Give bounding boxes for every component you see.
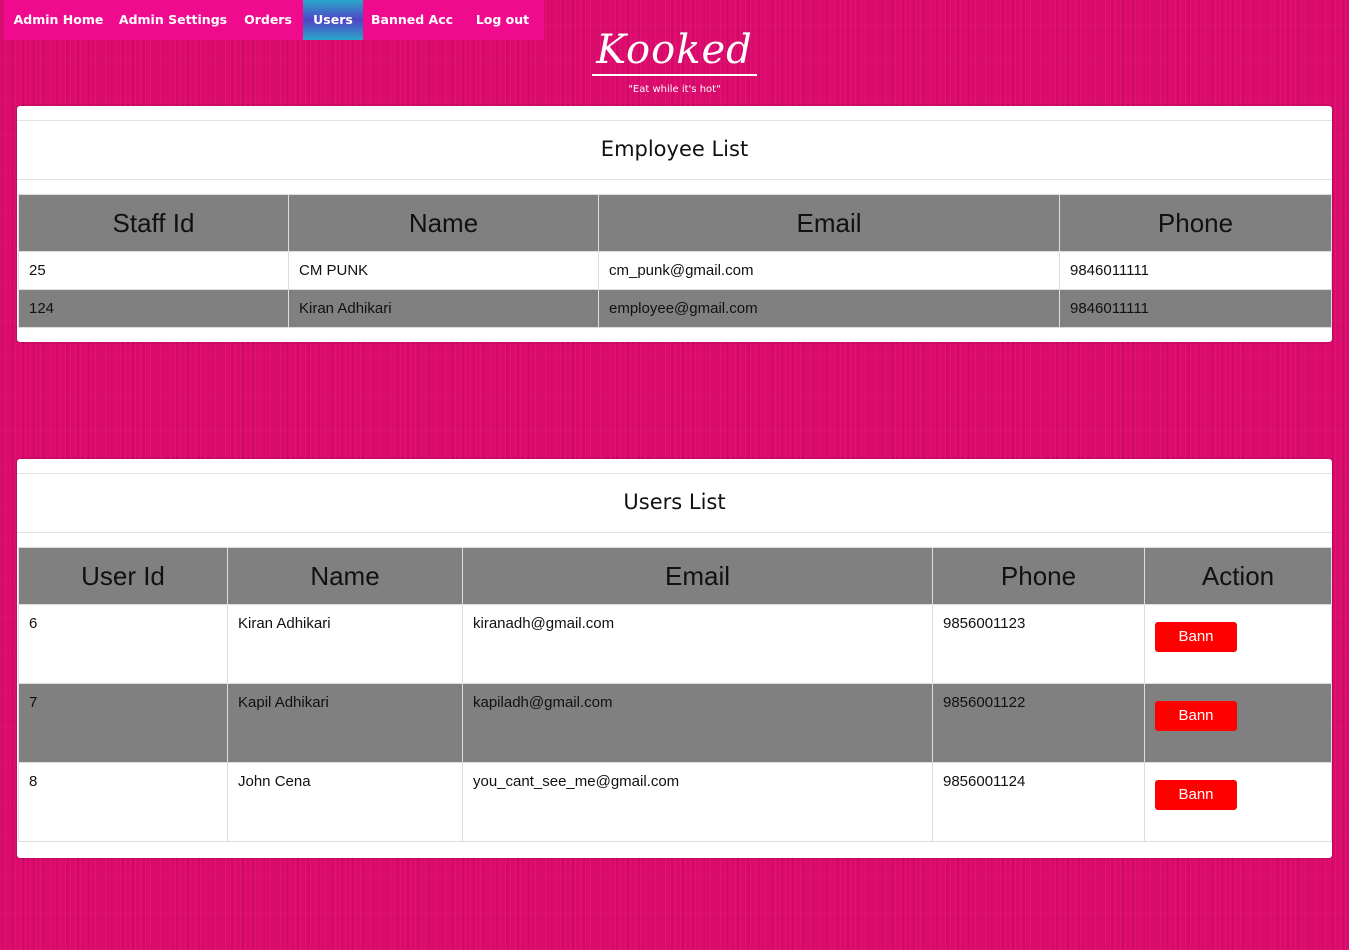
cell-user-id: 8 (18, 762, 228, 842)
cell-email: kiranadh@gmail.com (462, 604, 933, 684)
cell-name: John Cena (227, 762, 463, 842)
column-header-staff-id: Staff Id (18, 194, 289, 252)
cell-email: cm_punk@gmail.com (598, 251, 1060, 290)
brand-logo: Kooked (592, 26, 757, 76)
table-row: 124 Kiran Adhikari employee@gmail.com 98… (18, 289, 1332, 328)
bann-button[interactable]: Bann (1155, 780, 1237, 810)
cell-name: Kiran Adhikari (288, 289, 599, 328)
column-header-phone: Phone (932, 547, 1145, 605)
cell-email: you_cant_see_me@gmail.com (462, 762, 933, 842)
column-header-phone: Phone (1059, 194, 1332, 252)
cell-action: Bann (1144, 604, 1332, 684)
employee-table-header: Staff Id Name Email Phone (18, 194, 1332, 252)
users-table-header: User Id Name Email Phone Action (18, 547, 1332, 605)
brand-tagline: "Eat while it's hot" (628, 84, 721, 95)
table-row: 25 CM PUNK cm_punk@gmail.com 9846011111 (18, 251, 1332, 290)
bann-button[interactable]: Bann (1155, 622, 1237, 652)
cell-phone: 9846011111 (1059, 251, 1332, 290)
table-row: 8 John Cena you_cant_see_me@gmail.com 98… (18, 762, 1332, 842)
employee-table: Staff Id Name Email Phone 25 CM PUNK cm_… (18, 194, 1332, 328)
cell-user-id: 7 (18, 683, 228, 763)
cell-name: Kiran Adhikari (227, 604, 463, 684)
column-header-user-id: User Id (18, 547, 228, 605)
users-list-title: Users List (17, 473, 1332, 533)
cell-name: Kapil Adhikari (227, 683, 463, 763)
cell-email: kapiladh@gmail.com (462, 683, 933, 763)
cell-name: CM PUNK (288, 251, 599, 290)
users-table: User Id Name Email Phone Action 6 Kiran … (18, 547, 1332, 842)
cell-action: Bann (1144, 683, 1332, 763)
column-header-email: Email (462, 547, 933, 605)
column-header-email: Email (598, 194, 1060, 252)
cell-phone: 9856001122 (932, 683, 1145, 763)
cell-phone: 9846011111 (1059, 289, 1332, 328)
cell-email: employee@gmail.com (598, 289, 1060, 328)
cell-phone: 9856001124 (932, 762, 1145, 842)
cell-phone: 9856001123 (932, 604, 1145, 684)
cell-staff-id: 124 (18, 289, 289, 328)
table-row: 7 Kapil Adhikari kapiladh@gmail.com 9856… (18, 683, 1332, 763)
employee-list-panel: Employee List Staff Id Name Email Phone … (17, 106, 1332, 342)
column-header-name: Name (227, 547, 463, 605)
column-header-action: Action (1144, 547, 1332, 605)
cell-user-id: 6 (18, 604, 228, 684)
users-list-panel: Users List User Id Name Email Phone Acti… (17, 459, 1332, 858)
cell-action: Bann (1144, 762, 1332, 842)
cell-staff-id: 25 (18, 251, 289, 290)
employee-list-title: Employee List (17, 120, 1332, 180)
table-row: 6 Kiran Adhikari kiranadh@gmail.com 9856… (18, 604, 1332, 684)
brand-header: Kooked "Eat while it's hot" (0, 26, 1349, 95)
column-header-name: Name (288, 194, 599, 252)
bann-button[interactable]: Bann (1155, 701, 1237, 731)
